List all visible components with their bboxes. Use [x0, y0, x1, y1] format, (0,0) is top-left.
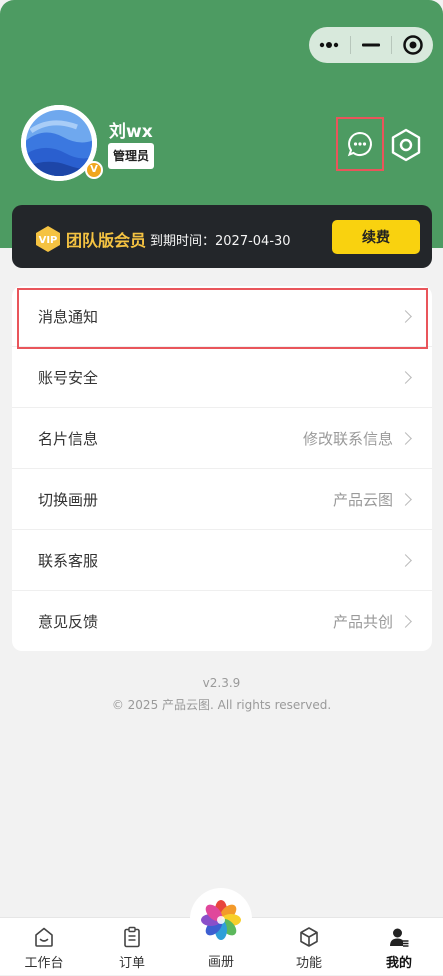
target-close-icon [402, 35, 423, 55]
tab-orders[interactable]: 订单 [88, 918, 176, 976]
more-dots-icon [320, 42, 339, 48]
copyright-text: © 2025 产品云图. All rights reserved. [111, 698, 332, 712]
role-badge: 管理员 [108, 143, 155, 169]
svg-text:VIP: VIP [39, 235, 58, 246]
tab-label: 画册 [207, 955, 234, 970]
message-button[interactable] [336, 117, 384, 171]
cube-icon [297, 925, 321, 949]
menu-item-value: 产品云图 [332, 490, 393, 509]
vip-title: 团队版会员 [66, 231, 147, 250]
menu-item-business-card[interactable]: 名片信息 修改联系信息 [12, 408, 432, 469]
vip-icon: VIP [36, 226, 60, 252]
menu-item-feedback[interactable]: 意见反馈 产品共创 [12, 591, 432, 651]
chevron-right-icon [399, 615, 412, 628]
album-icon [201, 900, 241, 940]
app-version: v2.3.9 [202, 676, 241, 690]
menu-item-label: 账号安全 [38, 368, 99, 387]
menu-item-label: 联系客服 [38, 551, 99, 570]
more-menu-button[interactable] [309, 27, 350, 63]
highlight-box [17, 288, 428, 349]
settings-hexagon-icon [391, 128, 421, 162]
tab-features[interactable]: 功能 [265, 918, 353, 976]
mini-program-capsule [309, 27, 433, 63]
chevron-right-icon [399, 370, 412, 384]
menu-item-label: 切换画册 [38, 490, 99, 509]
vip-expire-date: 到期时间：2027-04-30 [150, 234, 291, 249]
menu-item-value: 修改联系信息 [302, 429, 393, 448]
menu-item-label: 名片信息 [38, 429, 99, 448]
menu-item-label: 意见反馈 [38, 613, 99, 631]
verified-badge-icon: V [85, 161, 103, 179]
renew-button[interactable]: 续费 [332, 220, 420, 254]
minimize-button[interactable] [351, 27, 392, 63]
workbench-icon [32, 925, 56, 949]
vip-membership-card: VIP 团队版会员 到期时间：2027-04-30 续费 [12, 205, 432, 268]
tab-label: 功能 [295, 956, 322, 971]
menu-item-switch-album[interactable]: 切换画册 产品云图 [12, 469, 432, 530]
close-program-button[interactable] [392, 27, 433, 63]
chevron-right-icon [399, 431, 412, 445]
menu-item-account-security[interactable]: 账号安全 [12, 347, 432, 408]
minimize-icon [362, 43, 380, 47]
user-icon [387, 925, 411, 949]
tab-mine[interactable]: 我的 [355, 918, 443, 976]
chevron-right-icon [399, 553, 412, 567]
tab-label: 工作台 [24, 956, 64, 971]
chevron-right-icon [399, 492, 412, 506]
tab-label: 我的 [385, 956, 412, 971]
chat-bubble-icon [347, 131, 372, 157]
menu-item-customer-service[interactable]: 联系客服 [12, 530, 432, 591]
user-name: 刘wx [109, 122, 153, 142]
settings-button[interactable] [386, 125, 426, 165]
order-icon [120, 925, 144, 949]
tab-label: 订单 [118, 956, 145, 971]
tab-workbench[interactable]: 工作台 [0, 918, 88, 976]
menu-item-value: 产品共创 [332, 613, 393, 631]
